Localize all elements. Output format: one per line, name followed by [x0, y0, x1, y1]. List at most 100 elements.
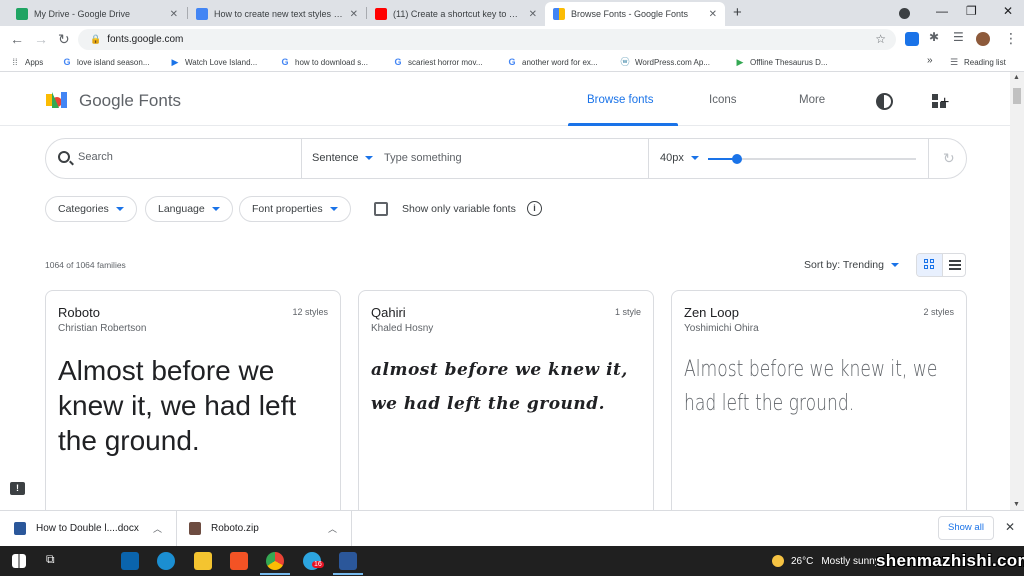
nav-browse-fonts[interactable]: Browse fonts — [587, 94, 653, 106]
bookmark-apps[interactable]: ⁞⁞ Apps — [10, 57, 43, 67]
list-view-icon[interactable] — [942, 254, 965, 276]
window-close-icon[interactable]: ✕ — [1003, 4, 1013, 18]
windows-start-icon[interactable] — [12, 554, 26, 568]
reading-list-icon: ☰ — [949, 57, 959, 67]
close-icon[interactable]: ✕ — [170, 9, 178, 20]
chevron-down-icon — [890, 263, 899, 267]
feedback-icon[interactable]: ! — [10, 482, 25, 495]
chrome-icon[interactable] — [266, 552, 284, 570]
bookmark-item[interactable]: G love island season... — [62, 57, 149, 67]
categories-filter[interactable]: Categories — [45, 196, 137, 222]
chevron-up-icon[interactable]: ︿ — [153, 522, 162, 535]
bookmarks-overflow-icon[interactable]: » — [927, 55, 933, 66]
new-tab-plus-icon[interactable]: + — [733, 4, 742, 21]
telegram-icon[interactable]: 16 — [303, 552, 324, 570]
bookmark-item[interactable]: G scariest horror mov... — [393, 57, 482, 67]
bookmark-item[interactable]: G another word for ex... — [507, 57, 598, 67]
preview-mode-dropdown[interactable]: Sentence — [312, 152, 374, 164]
download-item[interactable]: How to Double l....docx ︿ — [0, 511, 177, 546]
grid-view-icon[interactable] — [917, 254, 942, 276]
bookmark-label: another word for ex... — [522, 57, 598, 67]
tab-title: My Drive - Google Drive — [34, 9, 131, 19]
omnibox[interactable]: 🔒 fonts.google.com ☆ — [78, 29, 896, 50]
bookmark-item[interactable]: G how to download s... — [280, 57, 368, 67]
bookmark-item[interactable]: ⓦ WordPress.com Ap... — [620, 57, 710, 67]
close-icon[interactable]: ✕ — [709, 9, 717, 20]
tab-text-styles[interactable]: How to create new text styles in … ✕ — [188, 2, 366, 26]
download-item[interactable]: Roboto.zip ︿ — [177, 511, 352, 546]
apps-grid-icon: ⁞⁞ — [12, 57, 18, 67]
brand-name[interactable]: Google Fonts — [79, 91, 181, 111]
reload-icon[interactable]: ↻ — [58, 31, 70, 48]
tab-my-drive[interactable]: My Drive - Google Drive ✕ — [8, 2, 186, 26]
font-size-dropdown[interactable]: 40px — [660, 152, 699, 164]
font-card-zen-loop[interactable]: Zen Loop Yoshimichi Ohira 2 styles Almos… — [671, 290, 967, 520]
google-fonts-logo[interactable] — [46, 90, 70, 110]
chevron-up-icon[interactable]: ︿ — [328, 522, 337, 535]
google-icon: G — [281, 57, 289, 67]
search-input[interactable]: Search — [78, 151, 113, 163]
nav-more[interactable]: More — [799, 94, 825, 106]
reset-refresh-icon[interactable]: ↻ — [943, 150, 955, 167]
variable-fonts-label[interactable]: Show only variable fonts — [402, 203, 516, 215]
font-size-slider[interactable] — [708, 154, 916, 164]
puzzle-extensions-icon[interactable]: ✱ — [929, 30, 943, 44]
theme-toggle-icon[interactable] — [876, 93, 893, 110]
chevron-down-icon — [211, 207, 220, 211]
word-icon[interactable] — [339, 552, 357, 570]
task-view-icon[interactable]: ⧉ — [46, 552, 64, 570]
tab-search-icon[interactable] — [899, 8, 910, 19]
bookmark-item[interactable]: ▶ Watch Love Island... — [170, 57, 258, 67]
preview-text-input[interactable]: Type something — [384, 152, 462, 164]
bookmark-star-icon[interactable]: ☆ — [875, 32, 886, 46]
minimize-icon[interactable]: — — [936, 4, 948, 18]
selected-families-icon[interactable]: + — [932, 94, 949, 111]
font-name: Zen Loop — [684, 305, 739, 320]
mail-icon[interactable] — [121, 552, 139, 570]
edge-icon[interactable] — [157, 552, 175, 570]
page-scrollbar[interactable]: ▲ ▼ — [1010, 72, 1024, 510]
extension-icon[interactable] — [905, 32, 919, 46]
google-icon: G — [508, 57, 516, 67]
menu-kebab-icon[interactable]: ⋮ — [1004, 30, 1018, 47]
file-explorer-icon[interactable] — [194, 552, 212, 570]
profile-avatar[interactable] — [976, 32, 990, 46]
close-icon[interactable]: ✕ — [350, 9, 358, 20]
chip-label: Language — [158, 203, 205, 215]
reading-list-button[interactable]: ☰ Reading list — [949, 57, 1006, 67]
sun-icon — [772, 555, 784, 567]
google-icon: G — [63, 57, 71, 67]
tab-youtube[interactable]: (11) Create a shortcut key to dou… ✕ — [367, 2, 545, 26]
scroll-up-icon[interactable]: ▲ — [1013, 74, 1020, 81]
word-document-icon — [14, 522, 26, 535]
back-arrow-icon[interactable]: ← — [10, 31, 24, 47]
close-icon[interactable]: ✕ — [529, 9, 537, 20]
font-card-qahiri[interactable]: Qahiri Khaled Hosny 1 style almost befor… — [358, 290, 654, 520]
scrollbar-thumb[interactable] — [1013, 88, 1021, 104]
font-properties-filter[interactable]: Font properties — [239, 196, 351, 222]
bookmark-item[interactable]: ▶ Offline Thesaurus D... — [735, 57, 828, 67]
font-card-roboto[interactable]: Roboto Christian Robertson 12 styles Alm… — [45, 290, 341, 520]
weather-temp: 26°C — [791, 555, 814, 567]
divider — [648, 139, 649, 178]
active-app-indicator — [260, 573, 290, 575]
bookmark-label: Offline Thesaurus D... — [750, 57, 828, 67]
close-icon[interactable]: ✕ — [1005, 520, 1015, 534]
weather-widget[interactable]: 26°C Mostly sunny — [772, 555, 880, 567]
slider-thumb[interactable] — [732, 154, 742, 164]
nav-icons[interactable]: Icons — [709, 94, 737, 106]
bookmark-label: how to download s... — [295, 57, 368, 67]
search-field[interactable]: Search — [58, 151, 113, 163]
scroll-down-icon[interactable]: ▼ — [1013, 501, 1020, 508]
store-icon[interactable] — [230, 552, 248, 570]
language-filter[interactable]: Language — [145, 196, 233, 222]
restore-icon[interactable]: ❐ — [966, 4, 977, 18]
reading-mode-icon[interactable]: ☰ — [953, 30, 967, 44]
sort-dropdown[interactable]: Sort by: Trending — [804, 259, 899, 271]
show-all-downloads-button[interactable]: Show all — [938, 516, 994, 540]
info-icon[interactable]: i — [527, 201, 542, 216]
forward-arrow-icon[interactable]: → — [34, 31, 48, 47]
variable-fonts-checkbox[interactable] — [374, 202, 388, 216]
tab-google-fonts[interactable]: Browse Fonts - Google Fonts ✕ — [545, 2, 725, 26]
notification-badge: 16 — [312, 561, 324, 568]
